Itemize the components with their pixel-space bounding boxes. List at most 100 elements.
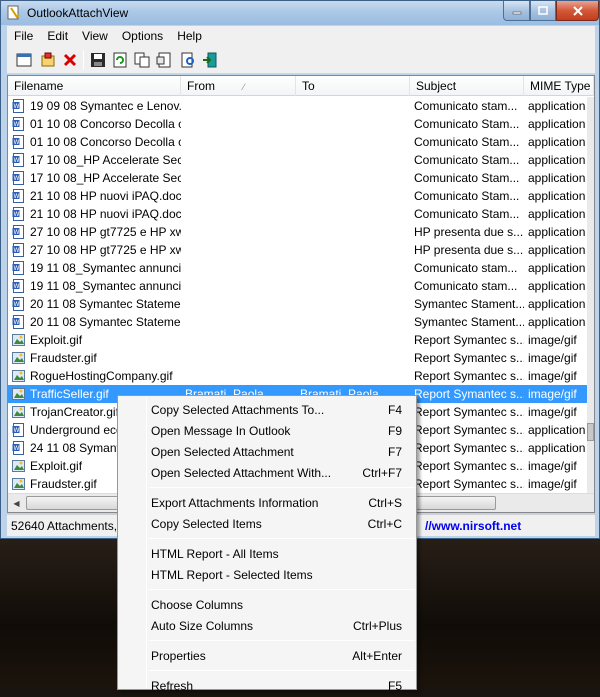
- table-row[interactable]: 21 10 08 HP nuovi iPAQ.doc Comunicato Sta…: [8, 205, 587, 223]
- cell-text: HP presenta due s...: [414, 243, 524, 257]
- menu-view[interactable]: View: [75, 29, 115, 43]
- cell-text: application: [528, 297, 586, 311]
- menu-help[interactable]: Help: [170, 29, 209, 43]
- cell-to: [296, 133, 410, 151]
- maximize-button[interactable]: [530, 1, 556, 21]
- column-label: From: [187, 79, 215, 93]
- html-report-toolbar-button[interactable]: [155, 51, 173, 69]
- menu-options[interactable]: Options: [115, 29, 170, 43]
- table-row[interactable]: 21 10 08 HP nuovi iPAQ.doc Comunicato Sta…: [8, 187, 587, 205]
- table-row[interactable]: Exploit.gif Report Symantec s... image/gif: [8, 331, 587, 349]
- cell-filename: 01 10 08 Concorso Decolla c...: [8, 115, 181, 133]
- menu-item-shortcut: F9: [387, 424, 402, 438]
- table-row[interactable]: 19 11 08_Symantec annunci... Comunicato s…: [8, 277, 587, 295]
- table-row[interactable]: 17 10 08_HP Accelerate Sec... Comunicato …: [8, 169, 587, 187]
- vertical-scroll-thumb[interactable]: [587, 423, 594, 441]
- exit-toolbar-button[interactable]: [201, 51, 219, 69]
- cell-text: Report Symantec s...: [414, 387, 524, 401]
- table-row[interactable]: Fraudster.gif Report Symantec s... image/g…: [8, 349, 587, 367]
- menu-item-shortcut: Ctrl+Plus: [352, 619, 402, 633]
- context-menu-item[interactable]: HTML Report - Selected Items: [120, 565, 414, 586]
- scroll-left-arrow-icon[interactable]: ◀: [8, 494, 25, 512]
- cell-text: Report Symantec s...: [414, 333, 524, 347]
- open-toolbar-button[interactable]: [39, 51, 57, 69]
- column-label: Subject: [416, 79, 457, 93]
- context-menu-item[interactable]: Export Attachments Information Ctrl+S: [120, 493, 414, 514]
- cell-text: image/gif: [528, 459, 577, 473]
- close-button[interactable]: [556, 1, 599, 21]
- table-row[interactable]: RogueHostingCompany.gif Report Symantec s…: [8, 367, 587, 385]
- menu-file[interactable]: File: [7, 29, 40, 43]
- svg-text:W: W: [14, 103, 20, 110]
- cell-text: image/gif: [528, 387, 577, 401]
- cell-mime: application: [524, 313, 587, 331]
- title-bar[interactable]: OutlookAttachView: [1, 1, 599, 25]
- cell-filename: 01 10 08 Concorso Decolla c...: [8, 133, 181, 151]
- context-menu-item[interactable]: Auto Size Columns Ctrl+Plus: [120, 616, 414, 637]
- context-menu-item[interactable]: Refresh F5: [120, 676, 414, 697]
- table-row[interactable]: 19 09 08 Symantec e Lenov... Comunicato s…: [8, 97, 587, 115]
- cell-text: application: [528, 423, 586, 437]
- toolbar: [7, 46, 595, 74]
- cell-subject: Report Symantec s...: [410, 367, 524, 385]
- menu-item-shortcut: F5: [387, 679, 402, 693]
- menu-item-label: Copy Selected Attachments To...: [151, 403, 325, 417]
- refresh-toolbar-button[interactable]: [111, 51, 129, 69]
- column-header-mime-type[interactable]: MIME Type: [524, 76, 594, 96]
- properties-toolbar-button[interactable]: [15, 51, 33, 69]
- minimize-button[interactable]: [503, 1, 530, 21]
- column-header-from[interactable]: From ⁄: [181, 76, 296, 96]
- context-menu-item[interactable]: Choose Columns: [120, 595, 414, 616]
- cell-subject: Comunicato stam...: [410, 97, 524, 115]
- cell-mime: image/gif: [524, 367, 587, 385]
- cell-text: Report Symantec s...: [414, 405, 524, 419]
- cell-text: Comunicato Stam...: [414, 135, 520, 149]
- context-menu-item[interactable]: Open Message In Outlook F9: [120, 421, 414, 442]
- cell-to: [296, 223, 410, 241]
- svg-text:W: W: [14, 211, 20, 218]
- vertical-scrollbar[interactable]: [587, 97, 594, 493]
- context-menu-item[interactable]: Properties Alt+Enter: [120, 646, 414, 667]
- table-row[interactable]: 19 11 08_Symantec annunci... Comunicato s…: [8, 259, 587, 277]
- context-menu-item[interactable]: Open Selected Attachment With... Ctrl+F7: [120, 463, 414, 484]
- menu-separator: [149, 538, 415, 539]
- table-row[interactable]: 20 11 08 Symantec Stateme... Symantec Sta…: [8, 313, 587, 331]
- cell-text: image/gif: [528, 333, 577, 347]
- cell-text: image/gif: [528, 351, 577, 365]
- delete-toolbar-button[interactable]: [61, 51, 79, 69]
- table-row[interactable]: 01 10 08 Concorso Decolla c... Comunicato…: [8, 133, 587, 151]
- table-row[interactable]: 01 10 08 Concorso Decolla c... Comunicato…: [8, 115, 587, 133]
- cell-text: Comunicato Stam...: [414, 153, 520, 167]
- cell-text: application: [528, 207, 586, 221]
- svg-text:W: W: [14, 175, 20, 182]
- cell-to: [296, 349, 410, 367]
- copy-toolbar-button[interactable]: [133, 51, 151, 69]
- cell-text: 20 11 08 Symantec Stateme...: [30, 315, 181, 329]
- context-menu-item[interactable]: HTML Report - All Items: [120, 544, 414, 565]
- svg-text:W: W: [14, 157, 20, 164]
- save-toolbar-button[interactable]: [89, 51, 107, 69]
- table-row[interactable]: 17 10 08_HP Accelerate Sec... Comunicato …: [8, 151, 587, 169]
- context-menu-item[interactable]: Copy Selected Items Ctrl+C: [120, 514, 414, 535]
- context-menu-item[interactable]: Open Selected Attachment F7: [120, 442, 414, 463]
- doc-icon: W: [12, 315, 24, 329]
- table-row[interactable]: 27 10 08 HP gt7725 e HP xw... HP presenta…: [8, 223, 587, 241]
- menu-edit[interactable]: Edit: [40, 29, 75, 43]
- column-header-row: Filename From ⁄ To Subject MIME Type: [8, 76, 594, 96]
- cell-subject: Comunicato Stam...: [410, 205, 524, 223]
- cell-subject: Report Symantec s...: [410, 475, 524, 493]
- column-header-subject[interactable]: Subject: [410, 76, 524, 96]
- table-row[interactable]: 27 10 08 HP gt7725 e HP xw... HP presenta…: [8, 241, 587, 259]
- table-row[interactable]: 20 11 08 Symantec Stateme... Symantec Sta…: [8, 295, 587, 313]
- cell-to: [296, 97, 410, 115]
- cell-filename: 17 10 08_HP Accelerate Sec...: [8, 169, 181, 187]
- column-header-filename[interactable]: Filename: [8, 76, 181, 96]
- context-menu-item[interactable]: Copy Selected Attachments To... F4: [120, 400, 414, 421]
- menu-item-label: Properties: [151, 649, 206, 663]
- find-toolbar-button[interactable]: [179, 51, 197, 69]
- cell-mime: application: [524, 295, 587, 313]
- cell-subject: Symantec Stament...: [410, 295, 524, 313]
- nirsoft-link[interactable]: //www.nirsoft.net: [425, 519, 521, 533]
- column-header-to[interactable]: To: [296, 76, 410, 96]
- cell-subject: Symantec Stament...: [410, 313, 524, 331]
